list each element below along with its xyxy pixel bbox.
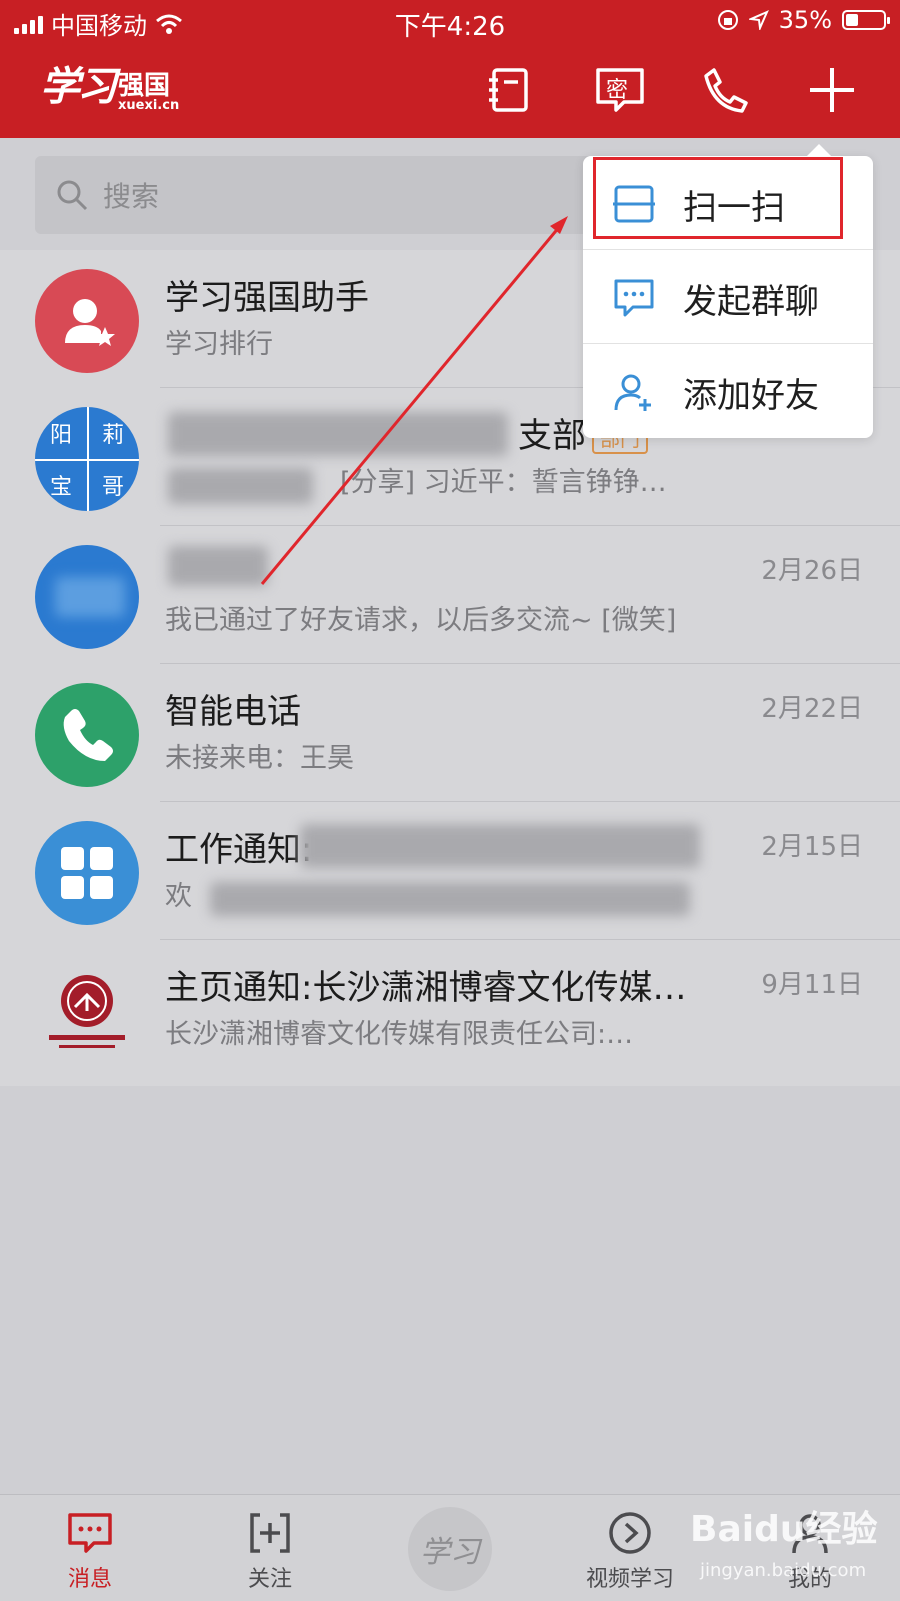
secret-chat-glyph: 密	[606, 78, 629, 103]
chat-subtitle: 我已通过了好友请求，以后多交流~ [微笑]	[165, 605, 677, 636]
secret-chat-icon[interactable]: 密	[594, 64, 646, 116]
center-study-button[interactable]: 学习	[408, 1507, 492, 1591]
blurred-name	[168, 546, 268, 586]
avatar-char: 宝	[49, 475, 72, 500]
chat-row-work-notice[interactable]: 工作通知: 2月15日 欢	[0, 802, 900, 940]
search-bar[interactable]: 搜索	[35, 156, 655, 234]
logo-main: 强国	[118, 71, 171, 101]
tab-messages[interactable]: 消息	[10, 1495, 170, 1601]
chat-subtitle: [分享] 习近平：誓言铮铮…	[340, 467, 667, 498]
app-logo: 学习 强国 xuexi.cn	[40, 52, 179, 112]
tab-label: 视频学习	[585, 1567, 674, 1592]
status-bar: 中国移动 下午4:26 35%	[0, 0, 900, 44]
chat-title: 智能电话	[165, 692, 301, 732]
chat-date: 2月15日	[761, 832, 863, 862]
chat-row-homepage-notice[interactable]: 主页通知:长沙潇湘博睿文化传媒… 9月11日 长沙潇湘博睿文化传媒有限责任公司:…	[0, 940, 900, 1078]
assistant-avatar	[35, 269, 139, 373]
message-icon	[68, 1513, 112, 1553]
logo-script: 学习	[40, 63, 117, 110]
chat-subtitle: 未接来电：王昊	[165, 743, 354, 774]
chat-subtitle: 学习排行	[165, 329, 273, 360]
smart-phone-avatar	[35, 683, 139, 787]
menu-item-add-friend[interactable]: 添加好友	[583, 344, 873, 438]
work-notice-avatar	[35, 821, 139, 925]
group-avatar: 阳 莉 宝 哥	[35, 407, 139, 511]
tab-label: 关注	[247, 1567, 292, 1592]
plus-icon[interactable]	[806, 64, 858, 116]
apps-grid-icon	[61, 847, 113, 899]
user-star-icon	[65, 299, 115, 346]
orientation-lock-icon	[717, 10, 738, 30]
avatar-char: 哥	[101, 475, 124, 500]
chat-row-smart-phone[interactable]: 智能电话 2月22日 未接来电：王昊	[0, 664, 900, 802]
menu-label: 添加好友	[683, 376, 819, 416]
phone-icon	[63, 709, 113, 761]
phone-icon[interactable]	[700, 64, 752, 116]
app-header: 中国移动 下午4:26 35% 学习 强国 xuexi.cn 密	[0, 0, 900, 138]
scan-highlight-box	[593, 157, 843, 239]
blurred-title	[168, 412, 508, 456]
logo-domain: xuexi.cn	[118, 98, 180, 113]
location-icon	[748, 10, 769, 30]
chat-subtitle: 欢	[165, 881, 192, 912]
follow-icon	[250, 1513, 290, 1553]
chat-subtitle: 长沙潇湘博睿文化传媒有限责任公司:…	[165, 1019, 634, 1050]
company-seal-icon	[49, 975, 125, 1048]
tab-follow[interactable]: 关注	[190, 1495, 350, 1601]
avatar-char: 阳	[49, 423, 72, 448]
chat-row-friend[interactable]: 2月26日 我已通过了好友请求，以后多交流~ [微笑]	[0, 526, 900, 664]
tab-video-study[interactable]: 视频学习	[550, 1495, 710, 1601]
search-icon	[57, 180, 88, 211]
company-logo-avatar	[35, 959, 139, 1063]
battery-label: 35%	[778, 6, 832, 34]
chat-date: 2月26日	[761, 556, 863, 586]
contacts-book-icon[interactable]	[484, 64, 536, 116]
chat-title: 学习强国助手	[165, 278, 369, 318]
watermark-domain: jingyan.baidu.com	[700, 1560, 867, 1581]
add-friend-icon	[614, 374, 651, 411]
friend-avatar	[35, 545, 139, 649]
watermark-brand: Baidu经验	[690, 1509, 878, 1550]
status-right: 35%	[717, 6, 890, 34]
chat-title: 主页通知:长沙潇湘博睿文化传媒…	[165, 968, 687, 1008]
menu-label: 发起群聊	[683, 282, 819, 322]
battery-icon	[842, 10, 890, 30]
tab-label: 消息	[67, 1567, 112, 1592]
menu-item-group-chat[interactable]: 发起群聊	[583, 250, 873, 344]
chat-date: 2月22日	[761, 694, 863, 724]
video-icon	[609, 1512, 651, 1554]
group-chat-icon	[614, 279, 654, 317]
blurred-title	[300, 824, 700, 868]
avatar-char: 莉	[101, 423, 124, 448]
blurred-sender	[168, 468, 313, 504]
blurred-subtitle	[210, 882, 690, 916]
chat-date: 9月11日	[761, 970, 863, 1000]
chat-title: 工作通知:	[165, 830, 313, 870]
search-placeholder: 搜索	[103, 180, 160, 213]
